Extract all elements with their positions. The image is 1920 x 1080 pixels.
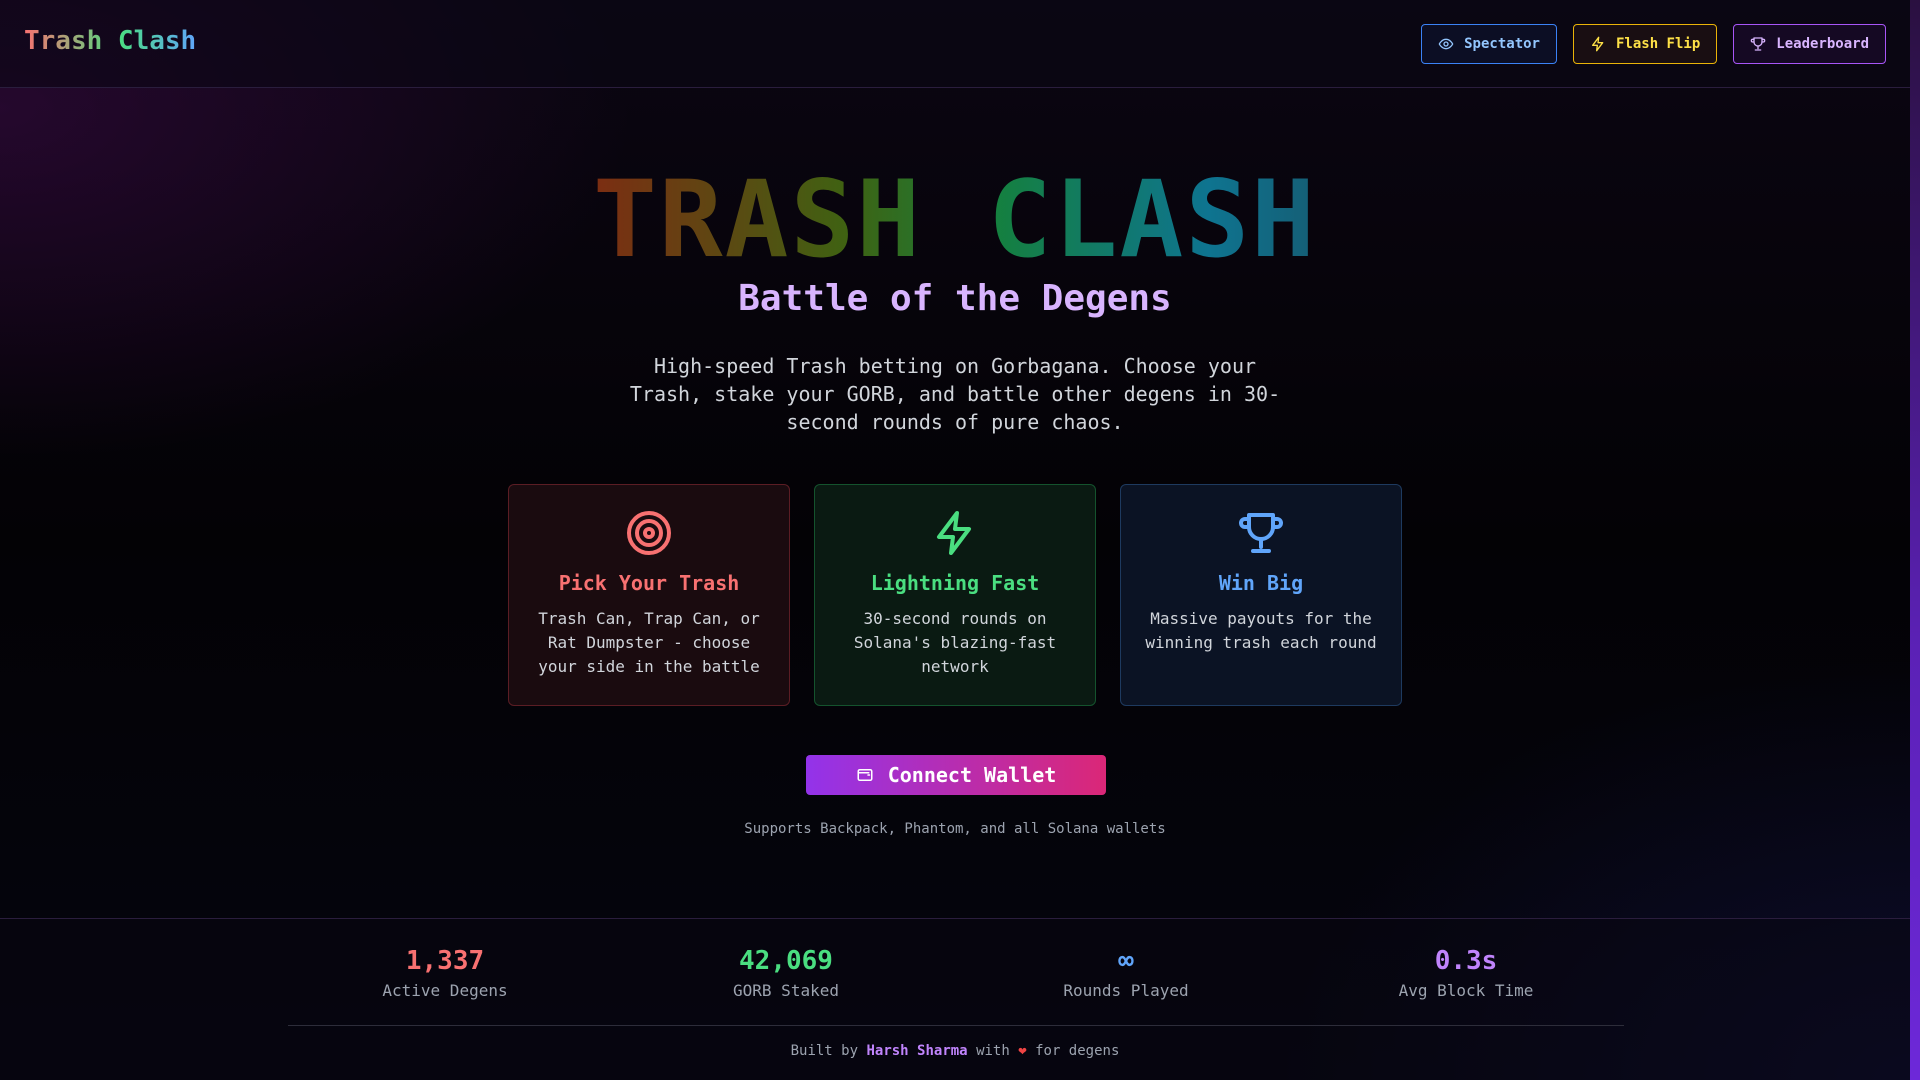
heart-icon: ❤ xyxy=(1018,1043,1027,1059)
top-navbar: Trash Clash Spectator Flash Flip Leaderb… xyxy=(0,0,1910,88)
stat-avg-block-time: 0.3s Avg Block Time xyxy=(1316,945,1616,1000)
feature-title: Pick Your Trash xyxy=(558,571,740,595)
connect-wallet-button[interactable]: Connect Wallet xyxy=(806,755,1106,795)
stat-label: Active Degens xyxy=(382,981,508,1000)
footer-suffix: for degens xyxy=(1035,1043,1120,1059)
hero-title: TRASH CLASH xyxy=(593,158,1317,281)
eye-icon xyxy=(1438,38,1454,50)
feature-card-win-big: Win Big Massive payouts for the winning … xyxy=(1120,484,1402,706)
feature-card-lightning-fast: Lightning Fast 30-second rounds on Solan… xyxy=(814,484,1096,706)
feature-card-pick-trash: Pick Your Trash Trash Can, Trap Can, or … xyxy=(508,484,790,706)
stat-label: Rounds Played xyxy=(1063,981,1189,1000)
feature-title: Lightning Fast xyxy=(870,571,1040,595)
feature-title: Win Big xyxy=(1218,571,1304,595)
landing-page: Trash Clash Spectator Flash Flip Leaderb… xyxy=(0,0,1910,1080)
spectator-label: Spectator xyxy=(1464,36,1540,52)
stat-value: 1,337 xyxy=(405,946,485,976)
top-nav: Spectator Flash Flip Leaderboard xyxy=(1421,24,1886,64)
leaderboard-label: Leaderboard xyxy=(1776,36,1869,52)
lightning-icon xyxy=(1591,36,1604,52)
brand-logo[interactable]: Trash Clash xyxy=(24,26,196,56)
lightning-icon xyxy=(937,511,971,555)
stat-label: GORB Staked xyxy=(733,981,839,1000)
footer-prefix: Built by xyxy=(790,1043,859,1059)
stat-rounds-played: ∞ Rounds Played xyxy=(976,945,1276,1000)
footer-credit: Built by Harsh Sharma with ❤ for degens xyxy=(0,1043,1910,1059)
feature-cards: Pick Your Trash Trash Can, Trap Can, or … xyxy=(508,484,1402,706)
leaderboard-button[interactable]: Leaderboard xyxy=(1733,24,1886,64)
stat-value: 0.3s xyxy=(1434,946,1498,976)
flash-flip-label: Flash Flip xyxy=(1615,36,1701,52)
hero-description: High-speed Trash betting on Gorbagana. C… xyxy=(629,354,1281,434)
feature-text: Trash Can, Trap Can, or Rat Dumpster - c… xyxy=(538,609,760,676)
stat-label: Avg Block Time xyxy=(1398,981,1534,1000)
wallet-icon xyxy=(857,769,873,781)
footer-author-link[interactable]: Harsh Sharma xyxy=(866,1043,967,1059)
footer-divider xyxy=(288,1025,1624,1026)
trophy-icon xyxy=(1239,513,1283,553)
supported-wallets-note: Supports Backpack, Phantom, and all Sola… xyxy=(744,821,1166,837)
stat-value: 42,069 xyxy=(739,946,833,976)
stat-active-degens: 1,337 Active Degens xyxy=(295,945,595,1000)
target-icon xyxy=(627,511,671,555)
feature-text: Massive payouts for the winning trash ea… xyxy=(1145,609,1377,652)
connect-wallet-label: Connect Wallet xyxy=(887,763,1057,787)
hero-subtitle: Battle of the Degens xyxy=(738,278,1172,319)
stat-gorb-staked: 42,069 GORB Staked xyxy=(636,945,936,1000)
stats-footer: 1,337 Active Degens 42,069 GORB Staked ∞… xyxy=(0,918,1910,1080)
spectator-button[interactable]: Spectator xyxy=(1421,24,1557,64)
stat-value: ∞ xyxy=(1118,946,1134,976)
flash-flip-button[interactable]: Flash Flip xyxy=(1572,24,1718,64)
footer-middle: with xyxy=(976,1043,1010,1059)
trophy-icon xyxy=(1751,37,1766,51)
feature-text: 30-second rounds on Solana's blazing-fas… xyxy=(853,609,1057,676)
page-scrollbar[interactable] xyxy=(1910,0,1920,1080)
